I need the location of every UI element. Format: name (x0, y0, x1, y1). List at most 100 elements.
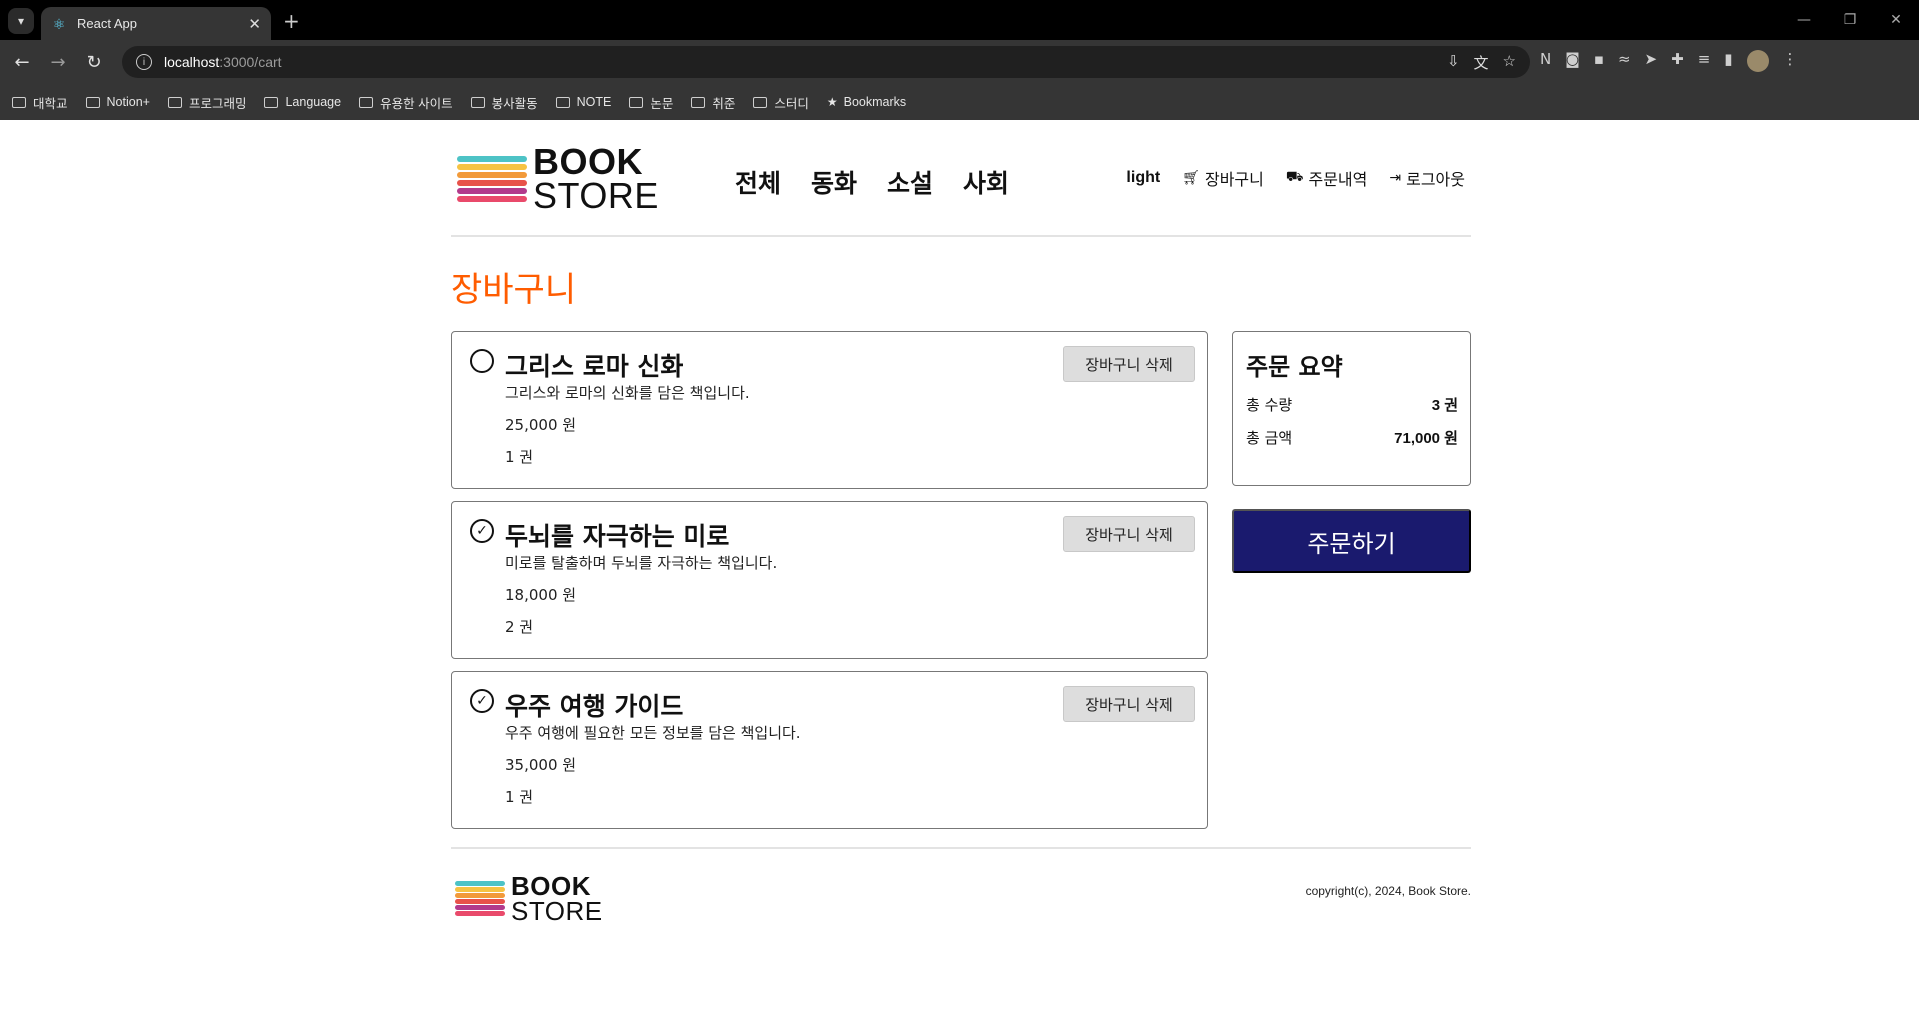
logo-text: BOOK STORE (533, 143, 659, 213)
footer-logo-bars-icon (455, 881, 505, 916)
bookmark-item[interactable]: Language (264, 95, 341, 109)
site-logo[interactable]: BOOK STORE (457, 143, 659, 214)
item-title: 우주 여행 가이드 (505, 692, 684, 721)
bookmarks-bar: 대학교 Notion+ 프로그래밍 Language 유용한 사이트 봉사활동 NOTE 논문… (0, 84, 1919, 120)
browser-menu-icon[interactable]: ⋮ (1783, 50, 1798, 72)
item-summary: 미로를 탈출하며 두뇌를 자극하는 책입니다. (505, 554, 778, 572)
close-window-icon[interactable]: ✕ (1873, 0, 1919, 40)
bookmark-item[interactable]: ★ Bookmarks (827, 95, 906, 109)
bookmark-item[interactable]: 봉사활동 (470, 93, 538, 112)
sign-out-icon: ⇥ (1389, 170, 1402, 186)
summary-quantity-label: 총 수량 (1246, 396, 1293, 414)
back-arrow-icon[interactable]: ← (8, 48, 36, 76)
orders-link[interactable]: ⛟ 주문내역 (1286, 166, 1368, 190)
bookmark-star-icon[interactable]: ☆ (1503, 52, 1516, 73)
checked-circle-icon[interactable]: ✓ (470, 519, 494, 543)
shopping-cart-icon: 🛒︎ (1182, 170, 1200, 186)
logout-link-label: 로그아웃 (1406, 170, 1465, 189)
cart-list: 그리스 로마 신화 그리스와 로마의 신화를 담은 책입니다. 25,000 원… (451, 331, 1208, 841)
reload-icon[interactable]: ↻ (80, 48, 108, 76)
logo-bar (457, 156, 527, 163)
folder-icon (85, 96, 100, 108)
omnibox-actions: ⇩ 文 ☆ (1447, 52, 1516, 73)
extension-n-icon[interactable]: N (1540, 50, 1551, 72)
footer-logo-line2: STORE (511, 895, 603, 926)
reading-list-icon[interactable]: ≡ (1698, 50, 1711, 72)
footer-logo-line1: BOOK (511, 871, 591, 901)
new-tab-icon[interactable]: + (283, 9, 300, 33)
logo-bar (457, 188, 527, 195)
category-fairytale[interactable]: 동화 (811, 164, 857, 200)
react-favicon-icon: ⚛ (52, 15, 66, 32)
summary-price-value: 71,000 원 (1394, 430, 1458, 447)
extension-arrow-icon[interactable]: ➤ (1645, 50, 1658, 72)
star-icon: ★ (826, 95, 838, 109)
browser-tab-strip: ▾ ⚛ React App ✕ + — ❐ ✕ (0, 0, 1919, 40)
extensions-puzzle-icon[interactable]: ✚ (1671, 50, 1684, 72)
bookmark-label: 스터디 (774, 96, 809, 111)
summary-quantity-value: 3 권 (1431, 397, 1458, 414)
footer-logo[interactable]: BOOK STORE (455, 871, 603, 926)
tab-search-icon[interactable]: ▾ (8, 8, 34, 34)
folder-icon (470, 96, 485, 108)
remove-from-cart-button[interactable]: 장바구니 삭제 (1063, 516, 1195, 552)
bookmark-item[interactable]: 프로그래밍 (167, 93, 247, 112)
bookmark-label: 프로그래밍 (188, 96, 247, 111)
remove-from-cart-button[interactable]: 장바구니 삭제 (1063, 346, 1195, 382)
forward-arrow-icon[interactable]: → (44, 48, 72, 76)
bookmark-item[interactable]: Notion+ (85, 95, 150, 109)
item-quantity: 2 권 (505, 618, 534, 636)
site-footer: BOOK STORE copyright(c), 2024, Book Stor… (451, 847, 1471, 947)
bookmark-item[interactable]: 스터디 (753, 93, 809, 112)
site-info-icon[interactable]: i (136, 54, 152, 70)
logo-bar (457, 196, 527, 203)
cart-item: ✓ 우주 여행 가이드 우주 여행에 필요한 모든 정보를 담은 책입니다. 3… (451, 671, 1208, 829)
install-app-icon[interactable]: ⇩ (1447, 52, 1460, 73)
page-viewport: BOOK STORE 전체 동화 소설 사회 light 🛒︎ 장바구니 ⛟ 주… (0, 120, 1919, 1032)
category-all[interactable]: 전체 (735, 164, 781, 200)
profile-avatar[interactable] (1746, 50, 1769, 72)
bookmark-item[interactable]: 논문 (629, 93, 673, 112)
logo-bar (455, 899, 505, 904)
address-bar[interactable]: i localhost:3000/cart ⇩ 文 ☆ (122, 46, 1530, 78)
bookmark-label: Bookmarks (843, 95, 907, 109)
close-tab-icon[interactable]: ✕ (248, 15, 261, 33)
minimize-icon[interactable]: — (1781, 0, 1827, 40)
item-summary: 그리스와 로마의 신화를 담은 책입니다. (505, 384, 750, 402)
checked-circle-icon[interactable]: ✓ (470, 689, 494, 713)
order-button[interactable]: 주문하기 (1232, 509, 1471, 573)
category-society[interactable]: 사회 (963, 164, 1009, 200)
item-price: 18,000 원 (505, 586, 577, 604)
category-novel[interactable]: 소설 (887, 164, 933, 200)
folder-icon (629, 96, 644, 108)
unchecked-circle-icon[interactable] (470, 349, 494, 373)
extension-wave-icon[interactable]: ≈ (1618, 50, 1631, 72)
bookmark-label: NOTE (576, 95, 612, 109)
side-panel-icon[interactable]: ▮ (1724, 50, 1732, 72)
folder-icon (555, 96, 570, 108)
theme-toggle-button[interactable]: light (1126, 169, 1160, 187)
bookmark-label: Language (285, 95, 342, 109)
user-nav: light 🛒︎ 장바구니 ⛟ 주문내역 ⇥ 로그아웃 (1126, 166, 1465, 190)
folder-icon (753, 96, 768, 108)
bookmark-item[interactable]: NOTE (555, 95, 612, 109)
browser-tab[interactable]: ⚛ React App ✕ (41, 7, 271, 40)
cart-link[interactable]: 🛒︎ 장바구니 (1182, 166, 1264, 190)
folder-icon (264, 96, 279, 108)
cart-item: 그리스 로마 신화 그리스와 로마의 신화를 담은 책입니다. 25,000 원… (451, 331, 1208, 489)
logo-bar (455, 887, 505, 892)
item-quantity: 1 권 (505, 448, 534, 466)
translate-icon[interactable]: 文 (1474, 52, 1489, 73)
remove-from-cart-button[interactable]: 장바구니 삭제 (1063, 686, 1195, 722)
bookmark-label: 취준 (712, 96, 736, 111)
restore-icon[interactable]: ❐ (1827, 0, 1873, 40)
logout-link[interactable]: ⇥ 로그아웃 (1389, 166, 1465, 190)
extension-lh-icon[interactable]: ▪ (1594, 50, 1604, 72)
bookmark-item[interactable]: 취준 (691, 93, 735, 112)
extension-camera-icon[interactable]: ◙ (1565, 50, 1580, 72)
url-host: localhost (164, 54, 220, 70)
cart-link-label: 장바구니 (1204, 170, 1264, 189)
bookmark-item[interactable]: 대학교 (12, 93, 68, 112)
item-summary: 우주 여행에 필요한 모든 정보를 담은 책입니다. (505, 724, 801, 742)
bookmark-item[interactable]: 유용한 사이트 (359, 93, 453, 112)
